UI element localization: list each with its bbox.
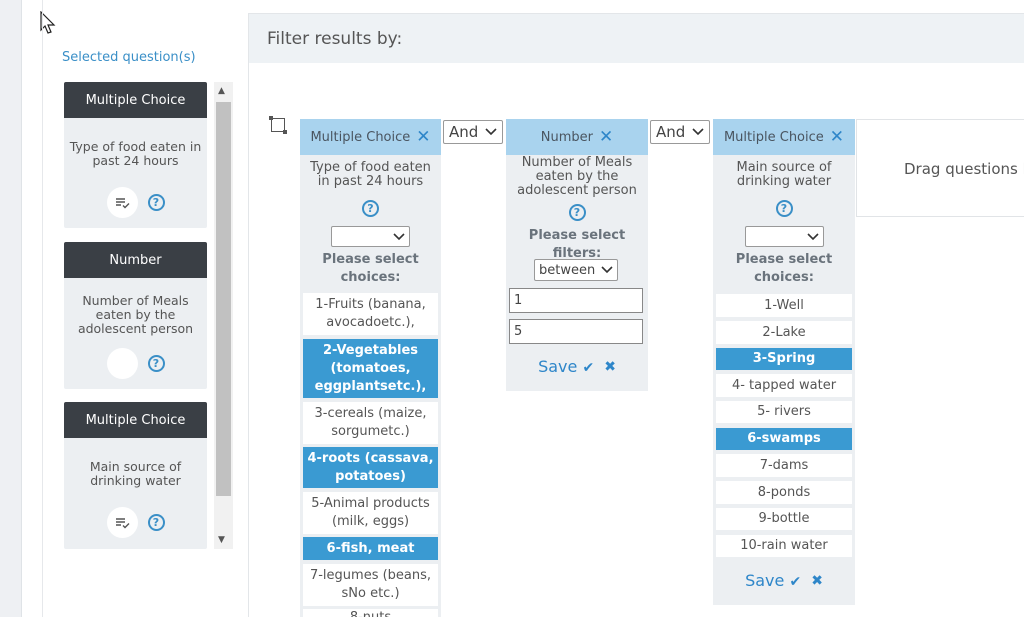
filter-list-icon bbox=[115, 197, 129, 208]
choice-item-selected[interactable]: 3-Spring bbox=[716, 348, 852, 370]
chevron-down-icon bbox=[601, 266, 613, 274]
filter-list-button[interactable] bbox=[106, 348, 138, 379]
chevron-down-icon bbox=[692, 128, 704, 136]
help-icon[interactable]: ? bbox=[362, 200, 379, 217]
cancel-icon[interactable]: ✖ bbox=[811, 573, 823, 589]
choice-item[interactable]: 8-ponds bbox=[716, 481, 852, 504]
selected-questions-title: Selected question(s) bbox=[62, 50, 196, 65]
filter-card-food: Multiple Choice ✕ Type of food eaten in … bbox=[300, 119, 441, 617]
filter-question-text: Main source of drinking water bbox=[736, 160, 832, 189]
question-text: Type of food eaten in past 24 hours bbox=[69, 139, 202, 168]
selected-questions-list: Multiple Choice Type of food eaten in pa… bbox=[64, 82, 207, 552]
chevron-down-icon bbox=[393, 232, 405, 240]
choice-item[interactable]: 10-rain water bbox=[716, 535, 852, 557]
choice-item[interactable]: 3-cereals (maize, sorgumetc.) bbox=[303, 402, 438, 444]
filter-type: Multiple Choice bbox=[723, 129, 824, 145]
select-choices-label: Please select choices: bbox=[322, 252, 419, 285]
choice-item[interactable]: 1-Fruits (banana, avocadoetc.), bbox=[303, 293, 438, 335]
operator-select[interactable]: And bbox=[443, 120, 503, 144]
operator-value: And bbox=[656, 123, 686, 141]
choices-dropdown[interactable] bbox=[744, 226, 824, 247]
choice-item[interactable]: 7-legumes (beans, sNo etc.) bbox=[303, 564, 438, 606]
question-tools: ? bbox=[64, 507, 207, 538]
question-text: Main source of drinking water bbox=[89, 459, 182, 488]
cancel-icon[interactable]: ✖ bbox=[604, 359, 616, 375]
filter-question-text: Number of Meals eaten by the adolescent … bbox=[517, 155, 637, 198]
choice-item[interactable]: 1-Well bbox=[716, 294, 852, 317]
app-edge bbox=[0, 0, 22, 617]
filter-question-text: Type of food eaten in past 24 hours bbox=[310, 160, 431, 189]
question-type: Multiple Choice bbox=[64, 402, 207, 438]
filter-list-icon bbox=[115, 517, 129, 528]
drop-zone[interactable]: Drag questions h bbox=[856, 119, 1024, 217]
range-operator-value: between bbox=[539, 262, 596, 278]
question-type: Multiple Choice bbox=[64, 82, 207, 118]
save-button[interactable]: Save ✔ bbox=[745, 571, 801, 590]
filter-type: Multiple Choice bbox=[310, 129, 411, 145]
choice-item[interactable]: 8-nuts bbox=[303, 609, 438, 617]
expand-icon[interactable] bbox=[269, 116, 287, 134]
save-row: Save ✔ ✖ bbox=[713, 571, 855, 590]
help-icon[interactable]: ? bbox=[568, 204, 586, 221]
choice-item-selected[interactable]: 2-Vegetables (tomatoes, eggplantsetc.), bbox=[303, 339, 438, 398]
filter-card-header: Multiple Choice ✕ bbox=[300, 119, 441, 155]
scroll-up-icon[interactable]: ▲ bbox=[218, 86, 225, 96]
close-icon[interactable]: ✕ bbox=[416, 127, 430, 147]
save-button[interactable]: Save ✔ bbox=[538, 357, 594, 376]
help-icon[interactable]: ? bbox=[775, 200, 793, 217]
filter-list-button[interactable] bbox=[106, 507, 138, 538]
choices-dropdown[interactable] bbox=[331, 226, 410, 247]
choice-item[interactable]: 7-dams bbox=[716, 454, 852, 477]
close-icon[interactable]: ✕ bbox=[599, 127, 613, 147]
questions-scrollbar[interactable]: ▲ ▼ bbox=[214, 82, 233, 549]
max-value-input[interactable]: 5 bbox=[509, 319, 643, 344]
filter-area: Filter results by: Multiple Choice ✕ Typ… bbox=[248, 13, 1024, 617]
filter-card-water: Multiple Choice ✕ Main source of drinkin… bbox=[713, 119, 855, 605]
operator-select[interactable]: And bbox=[650, 120, 710, 144]
filter-card-meals: Number ✕ Number of Meals eaten by the ad… bbox=[506, 119, 648, 391]
range-operator-select[interactable]: between bbox=[534, 259, 618, 281]
choice-item[interactable]: 4- tapped water bbox=[716, 374, 852, 397]
question-tools: ? bbox=[64, 348, 207, 379]
operator-value: And bbox=[449, 123, 479, 141]
question-card[interactable]: Multiple Choice Main source of drinking … bbox=[64, 402, 207, 549]
choice-item[interactable]: 9-bottle bbox=[716, 508, 852, 530]
filter-card-header: Multiple Choice ✕ bbox=[713, 119, 855, 155]
choice-item[interactable]: 5- rivers bbox=[716, 401, 852, 423]
filter-card-header: Number ✕ bbox=[506, 119, 648, 155]
scrollbar-thumb[interactable] bbox=[216, 102, 231, 496]
save-row: Save ✔ ✖ bbox=[506, 357, 648, 376]
help-icon[interactable]: ? bbox=[147, 514, 165, 531]
chevron-down-icon bbox=[485, 128, 497, 136]
question-tools: ? bbox=[64, 187, 207, 218]
min-value-input[interactable]: 1 bbox=[509, 288, 643, 313]
close-icon[interactable]: ✕ bbox=[830, 127, 844, 147]
check-icon: ✔ bbox=[789, 574, 802, 590]
question-card[interactable]: Number Number of Meals eaten by the adol… bbox=[64, 242, 207, 389]
choice-item[interactable]: 5-Animal products (milk, eggs) bbox=[303, 492, 438, 534]
select-filters-label: Please select filters: bbox=[528, 228, 626, 261]
question-text: Number of Meals eaten by the adolescent … bbox=[77, 293, 194, 336]
filter-header: Filter results by: bbox=[249, 14, 1024, 63]
choice-item-selected[interactable]: 6-swamps bbox=[716, 428, 852, 450]
choice-item[interactable]: 2-Lake bbox=[716, 321, 852, 344]
select-choices-label: Please select choices: bbox=[735, 252, 833, 285]
question-type: Number bbox=[64, 242, 207, 278]
question-card[interactable]: Multiple Choice Type of food eaten in pa… bbox=[64, 82, 207, 228]
help-icon[interactable]: ? bbox=[147, 194, 165, 211]
filter-list-button[interactable] bbox=[106, 187, 138, 218]
choice-item-selected[interactable]: 6-fish, meat bbox=[303, 537, 438, 560]
filter-type: Number bbox=[540, 129, 593, 145]
check-icon: ✔ bbox=[582, 360, 595, 376]
choice-item-selected[interactable]: 4-roots (cassava, potatoes) bbox=[303, 447, 438, 488]
chevron-down-icon bbox=[806, 232, 819, 240]
help-icon[interactable]: ? bbox=[147, 355, 165, 372]
scroll-down-icon[interactable]: ▼ bbox=[218, 535, 225, 545]
